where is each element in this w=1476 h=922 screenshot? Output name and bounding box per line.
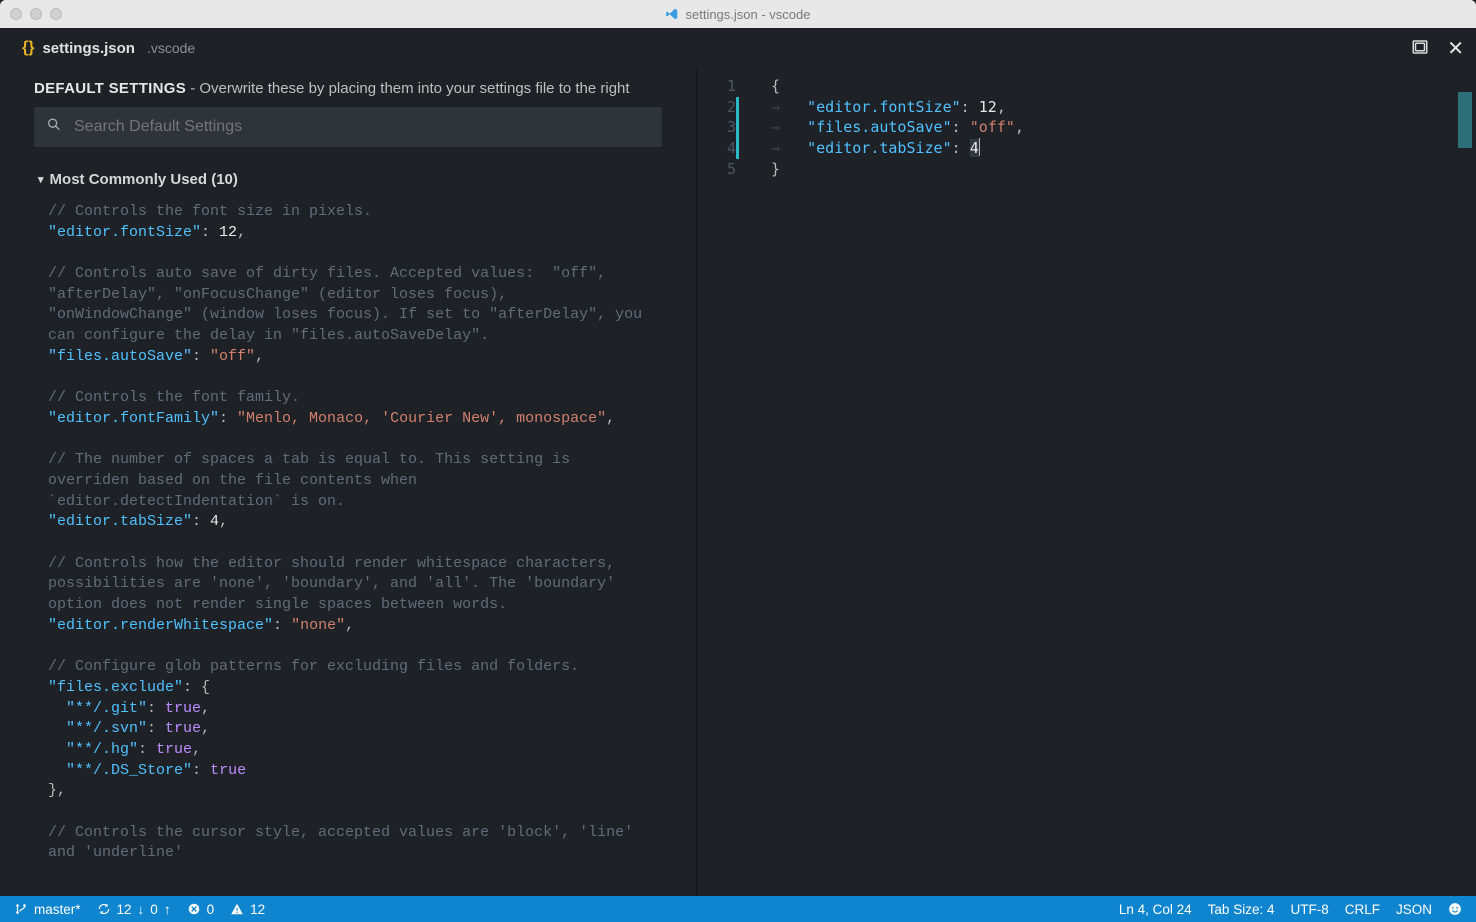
status-warnings[interactable]: 12 bbox=[230, 902, 265, 917]
window-title: settings.json - vscode bbox=[0, 7, 1476, 22]
default-settings-code[interactable]: // Controls the font size in pixels. "ed… bbox=[0, 194, 696, 896]
status-tab-size[interactable]: Tab Size: 4 bbox=[1208, 902, 1275, 917]
overview-change-marker bbox=[1458, 92, 1472, 148]
search-default-settings-input[interactable] bbox=[34, 107, 662, 147]
split-editor-icon[interactable] bbox=[1411, 38, 1429, 59]
sync-icon bbox=[97, 902, 111, 916]
collapse-triangle-icon: ▾ bbox=[38, 173, 44, 186]
macos-titlebar: settings.json - vscode bbox=[0, 0, 1476, 28]
default-settings-pane: DEFAULT SETTINGS - Overwrite these by pl… bbox=[0, 68, 697, 896]
traffic-minimize[interactable] bbox=[30, 8, 42, 20]
user-settings-editor[interactable]: 12345 {→ "editor.fontSize": 12,→ "files.… bbox=[697, 68, 1476, 896]
editor-tab-bar: {} settings.json .vscode ✕ bbox=[0, 28, 1476, 68]
traffic-zoom[interactable] bbox=[50, 8, 62, 20]
status-cursor-position[interactable]: Ln 4, Col 24 bbox=[1119, 902, 1192, 917]
smile-icon bbox=[1448, 902, 1462, 916]
line-number-gutter: 12345 bbox=[697, 68, 753, 896]
tab-folder: .vscode bbox=[147, 40, 195, 56]
status-feedback[interactable] bbox=[1448, 902, 1462, 916]
warning-icon bbox=[230, 902, 244, 916]
vscode-icon bbox=[665, 7, 679, 21]
error-icon bbox=[187, 902, 201, 916]
status-bar: master* 12↓ 0↑ 0 12 bbox=[0, 896, 1476, 922]
status-eol[interactable]: CRLF bbox=[1345, 902, 1380, 917]
tab-filename: settings.json bbox=[42, 40, 135, 57]
tab-settings-json[interactable]: {} settings.json .vscode bbox=[12, 33, 205, 63]
search-icon bbox=[46, 117, 62, 138]
git-branch-icon bbox=[14, 902, 28, 916]
default-settings-heading: DEFAULT SETTINGS - Overwrite these by pl… bbox=[0, 68, 696, 107]
status-sync[interactable]: 12↓ 0↑ bbox=[97, 902, 171, 917]
json-icon: {} bbox=[22, 39, 34, 57]
status-branch[interactable]: master* bbox=[14, 902, 81, 917]
close-icon[interactable]: ✕ bbox=[1447, 36, 1464, 61]
traffic-close[interactable] bbox=[10, 8, 22, 20]
section-most-commonly-used[interactable]: ▾ Most Commonly Used (10) bbox=[0, 157, 696, 194]
traffic-lights[interactable] bbox=[10, 8, 62, 20]
status-language[interactable]: JSON bbox=[1396, 902, 1432, 917]
user-settings-code[interactable]: {→ "editor.fontSize": 12,→ "files.autoSa… bbox=[753, 68, 1476, 896]
status-errors[interactable]: 0 bbox=[187, 902, 215, 917]
status-encoding[interactable]: UTF-8 bbox=[1290, 902, 1328, 917]
